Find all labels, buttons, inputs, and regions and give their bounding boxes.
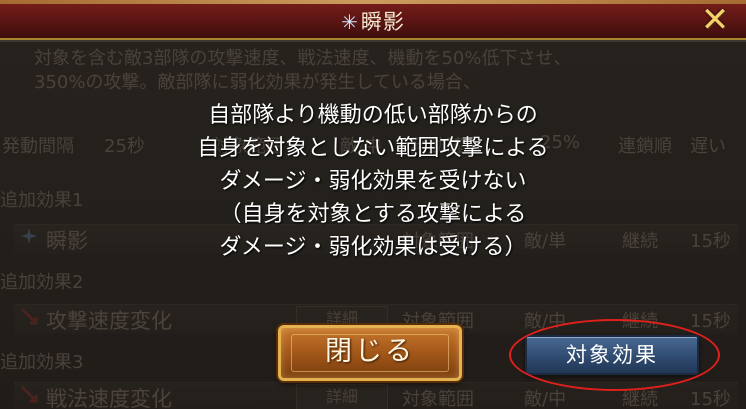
popup-line-1: 自部隊より機動の低い部隊からの [208, 103, 538, 128]
close-icon[interactable]: ✕ [696, 2, 734, 40]
popup-line-2: 自身を対象としない範囲攻撃による [197, 136, 549, 161]
popup-message: 自部隊より機動の低い部隊からの 自身を対象としない範囲攻撃による ダメージ・弱化… [100, 99, 646, 264]
popup-line-3: ダメージ・弱化効果を受けない [219, 169, 527, 194]
popup-line-4: （自身を対象とする攻撃による [219, 202, 527, 227]
highlight-annotation-ring [509, 319, 720, 391]
title-bar: ✳瞬影 ✕ [0, 0, 746, 40]
close-button[interactable]: 閉じる [278, 325, 462, 381]
dialog-title-text: 瞬影 [360, 10, 405, 34]
popup-line-5: ダメージ・弱化効果は受ける） [219, 235, 527, 260]
dialog-title: ✳瞬影 [0, 6, 746, 36]
skill-star-icon: ✳ [341, 10, 359, 34]
